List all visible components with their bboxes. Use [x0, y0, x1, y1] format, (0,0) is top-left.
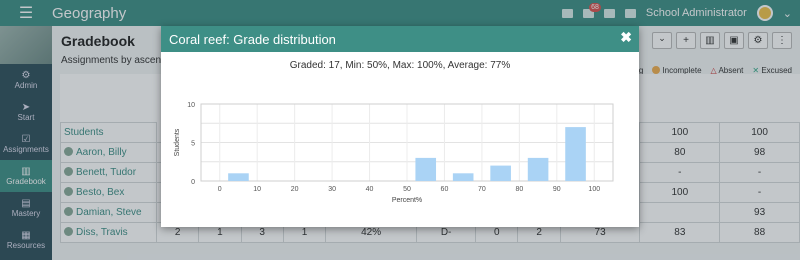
- x-tick-label: 80: [515, 186, 523, 193]
- x-tick-label: 70: [478, 186, 486, 193]
- x-tick-label: 100: [588, 186, 600, 193]
- x-tick-label: 90: [553, 186, 561, 193]
- histogram-bar: [527, 157, 549, 181]
- histogram-bar: [415, 157, 437, 181]
- x-tick-label: 60: [441, 186, 449, 193]
- x-tick-label: 10: [253, 186, 261, 193]
- grade-distribution-modal: Coral reef: Grade distribution ✖ Graded:…: [161, 26, 639, 227]
- x-tick-label: 20: [291, 186, 299, 193]
- histogram-bar: [565, 127, 586, 181]
- modal-header: Coral reef: Grade distribution: [161, 26, 639, 52]
- grade-stats: Graded: 17, Min: 50%, Max: 100%, Average…: [289, 60, 511, 71]
- y-tick-label: 5: [191, 141, 195, 148]
- x-tick-label: 40: [366, 186, 374, 193]
- close-icon[interactable]: ✖: [620, 29, 632, 46]
- histogram-bar: [490, 165, 511, 181]
- y-tick-label: 10: [187, 102, 195, 109]
- x-tick-label: 50: [403, 186, 411, 193]
- x-tick-label: 30: [328, 186, 336, 193]
- histogram-bar: [452, 173, 474, 181]
- x-tick-label: 0: [218, 186, 222, 193]
- x-axis-label: Percent%: [392, 197, 422, 204]
- y-tick-label: 0: [191, 179, 195, 186]
- grade-histogram: 05100 10 20 30 40 50 60 70 80 90 100Percent%Studen…: [174, 102, 614, 204]
- modal-title: Coral reef: Grade distribution: [169, 31, 336, 47]
- histogram-bar: [228, 173, 249, 181]
- y-axis-label: Students: [174, 128, 181, 156]
